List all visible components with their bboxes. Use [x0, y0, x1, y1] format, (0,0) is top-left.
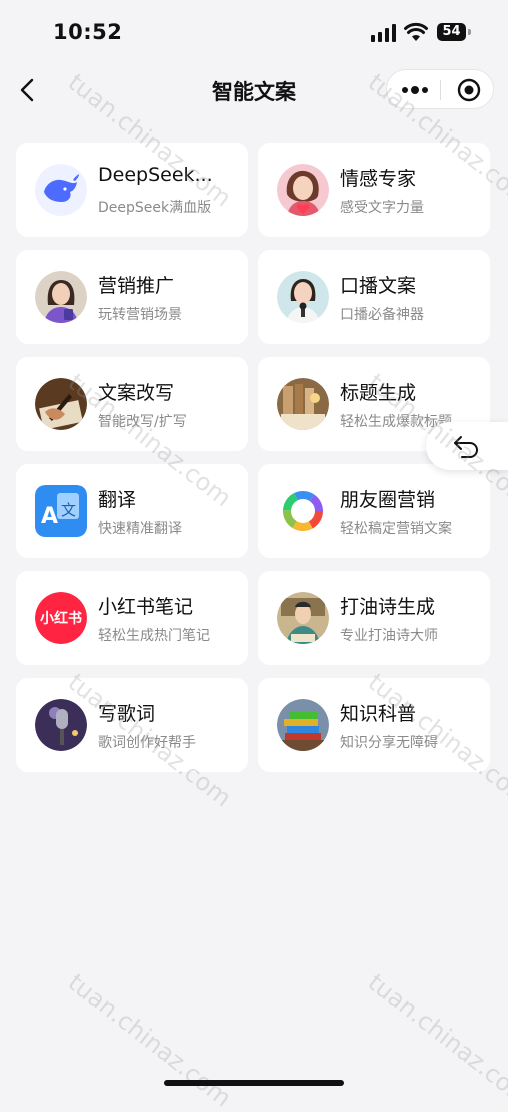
card-description: 快速精准翻译 [98, 521, 182, 537]
books-avatar [277, 699, 329, 751]
deepseek-whale-icon [35, 164, 87, 216]
svg-text:文: 文 [61, 501, 76, 519]
translate-icon: A 文 [35, 485, 87, 537]
title-gen-avatar [277, 378, 329, 430]
card-deepseek[interactable]: DeepSeek... DeepSeek满血版 [16, 143, 248, 237]
card-rewrite[interactable]: 文案改写 智能改写/扩写 [16, 357, 248, 451]
card-translate[interactable]: A 文 翻译 快速精准翻译 [16, 464, 248, 558]
card-title: 小红书笔记 [98, 596, 194, 618]
status-bar: 10:52 54 [0, 0, 508, 64]
moments-ring-icon [277, 485, 329, 537]
navigation-bar: 智能文案 [0, 64, 508, 116]
xiaohongshu-logo-text: 小红书 [40, 610, 82, 627]
card-moments-marketing[interactable]: 朋友圈营销 轻松稿定营销文案 [258, 464, 490, 558]
card-emotion-expert[interactable]: 情感专家 感受文字力量 [258, 143, 490, 237]
cellular-signal-icon [371, 24, 396, 42]
undo-arrow-icon [454, 436, 478, 458]
poem-avatar [277, 592, 329, 644]
more-dots-icon[interactable] [401, 81, 429, 99]
status-time: 10:52 [53, 20, 123, 44]
battery-level: 54 [437, 23, 466, 41]
close-miniprogram-icon[interactable] [457, 78, 481, 102]
card-title: 文案改写 [98, 382, 175, 404]
card-description: 感受文字力量 [340, 200, 424, 216]
wifi-icon [404, 22, 428, 41]
xiaohongshu-icon: 小红书 [35, 592, 87, 644]
card-marketing[interactable]: 营销推广 玩转营销场景 [16, 250, 248, 344]
card-description: 玩转营销场景 [98, 307, 182, 323]
floating-return-button[interactable] [426, 422, 508, 470]
watermark: tuan.chinaz.com [362, 968, 508, 1112]
marketing-avatar [35, 271, 87, 323]
svg-text:A: A [41, 504, 58, 529]
card-description: 轻松稿定营销文案 [340, 521, 452, 537]
card-description: 智能改写/扩写 [98, 414, 187, 430]
card-xiaohongshu[interactable]: 小红书 小红书笔记 轻松生成热门笔记 [16, 571, 248, 665]
card-poem[interactable]: 打油诗生成 专业打油诗大师 [258, 571, 490, 665]
card-description: 歌词创作好帮手 [98, 735, 196, 751]
card-title: 口播文案 [340, 275, 417, 297]
card-lyrics[interactable]: 写歌词 歌词创作好帮手 [16, 678, 248, 772]
lyrics-microphone-avatar [35, 699, 87, 751]
card-title: 营销推广 [98, 275, 175, 297]
card-title: 打油诗生成 [340, 596, 436, 618]
voiceover-avatar [277, 271, 329, 323]
card-description: 专业打油诗大师 [340, 628, 438, 644]
card-title: 知识科普 [340, 703, 417, 725]
card-knowledge[interactable]: 知识科普 知识分享无障碍 [258, 678, 490, 772]
card-voiceover[interactable]: 口播文案 口播必备神器 [258, 250, 490, 344]
card-description: 轻松生成热门笔记 [98, 628, 210, 644]
watermark: tuan.chinaz.com [62, 968, 237, 1112]
card-title: 情感专家 [340, 168, 417, 190]
card-description: DeepSeek满血版 [98, 200, 212, 216]
card-title: 翻译 [98, 489, 137, 511]
card-title: DeepSeek... [98, 164, 213, 186]
rewrite-avatar [35, 378, 87, 430]
card-description: 口播必备神器 [340, 307, 424, 323]
card-title: 写歌词 [98, 703, 156, 725]
home-indicator [164, 1080, 344, 1086]
battery-icon: 54 [437, 23, 471, 41]
miniprogram-capsule [386, 69, 494, 109]
card-title: 标题生成 [340, 382, 417, 404]
card-title: 朋友圈营销 [340, 489, 436, 511]
emotion-expert-avatar [277, 164, 329, 216]
card-description: 知识分享无障碍 [340, 735, 438, 751]
